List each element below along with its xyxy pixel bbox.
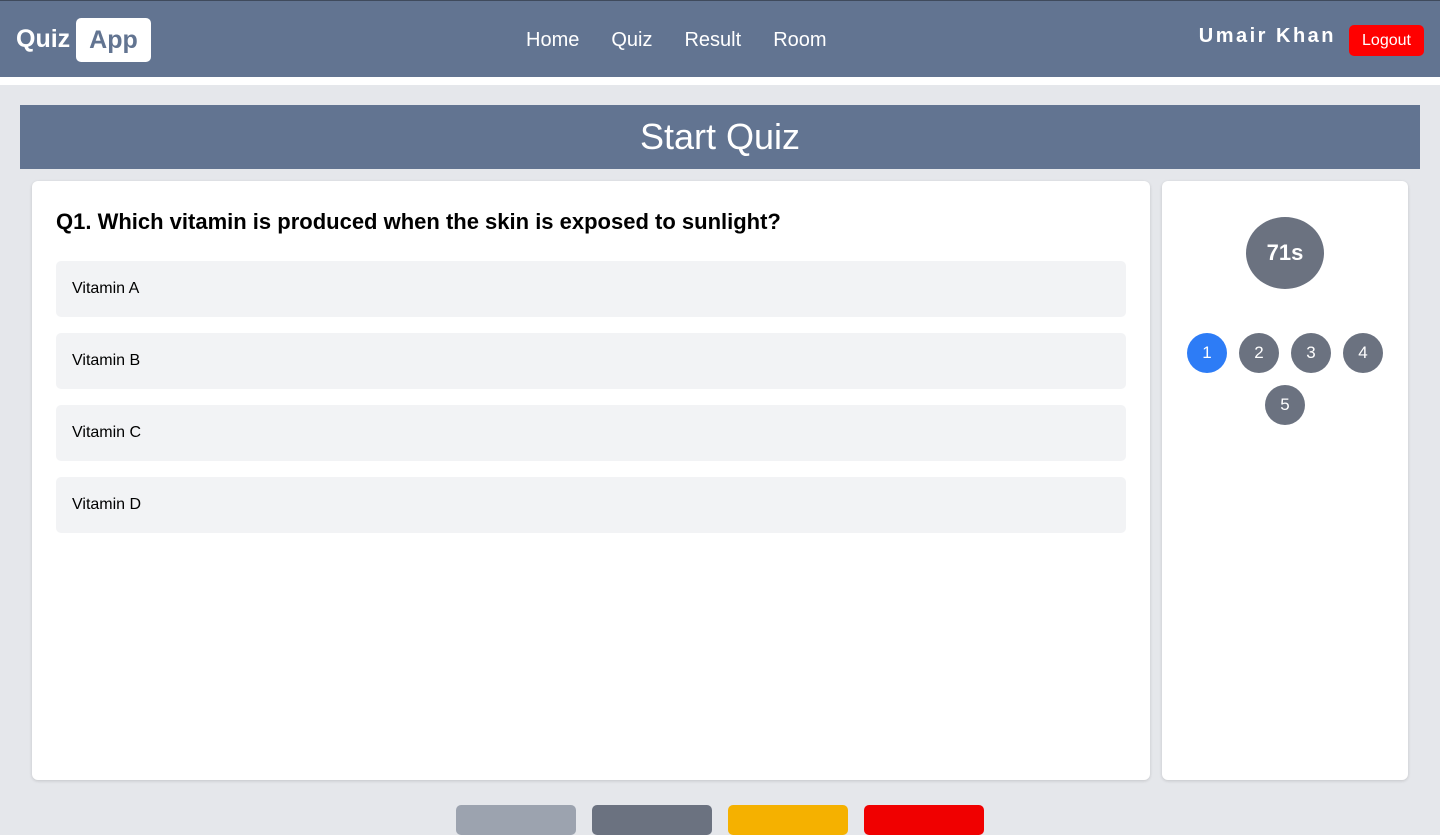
answer-option-c[interactable]: Vitamin C	[56, 405, 1126, 461]
question-number-4[interactable]: 4	[1343, 333, 1383, 373]
nav-link-home[interactable]: Home	[510, 29, 595, 52]
page-title-banner: Start Quiz	[20, 105, 1420, 169]
question-title: Q1. Which vitamin is produced when the s…	[56, 209, 781, 234]
header-divider	[0, 77, 1440, 85]
answer-option-b[interactable]: Vitamin B	[56, 333, 1126, 389]
user-name: Umair Khan	[1198, 25, 1336, 47]
answer-option-a[interactable]: Vitamin A	[56, 261, 1126, 317]
question-number-2[interactable]: 2	[1239, 333, 1279, 373]
bottom-button-2[interactable]	[592, 805, 712, 835]
app-logo[interactable]: Quiz App	[16, 17, 151, 62]
main-nav: Home Quiz Result Room	[510, 21, 843, 59]
question-number-1[interactable]: 1	[1187, 333, 1227, 373]
logout-button[interactable]: Logout	[1349, 25, 1424, 56]
bottom-button-4[interactable]	[864, 805, 984, 835]
answer-option-d[interactable]: Vitamin D	[56, 477, 1126, 533]
quiz-sidebar: 71s 1 2 3 4 5	[1162, 181, 1408, 780]
bottom-button-1[interactable]	[456, 805, 576, 835]
logo-app-badge: App	[76, 17, 151, 62]
nav-link-result[interactable]: Result	[668, 29, 757, 52]
nav-link-quiz[interactable]: Quiz	[595, 29, 668, 52]
nav-link-room[interactable]: Room	[757, 29, 842, 52]
logo-quiz-text: Quiz	[16, 25, 71, 53]
question-number-5[interactable]: 5	[1265, 385, 1305, 425]
question-card: Q1. Which vitamin is produced when the s…	[32, 181, 1150, 780]
question-number-3[interactable]: 3	[1291, 333, 1331, 373]
countdown-timer: 71s	[1246, 217, 1324, 289]
bottom-button-3[interactable]	[728, 805, 848, 835]
top-navbar: Quiz App Home Quiz Result Room Umair Kha…	[0, 0, 1440, 77]
